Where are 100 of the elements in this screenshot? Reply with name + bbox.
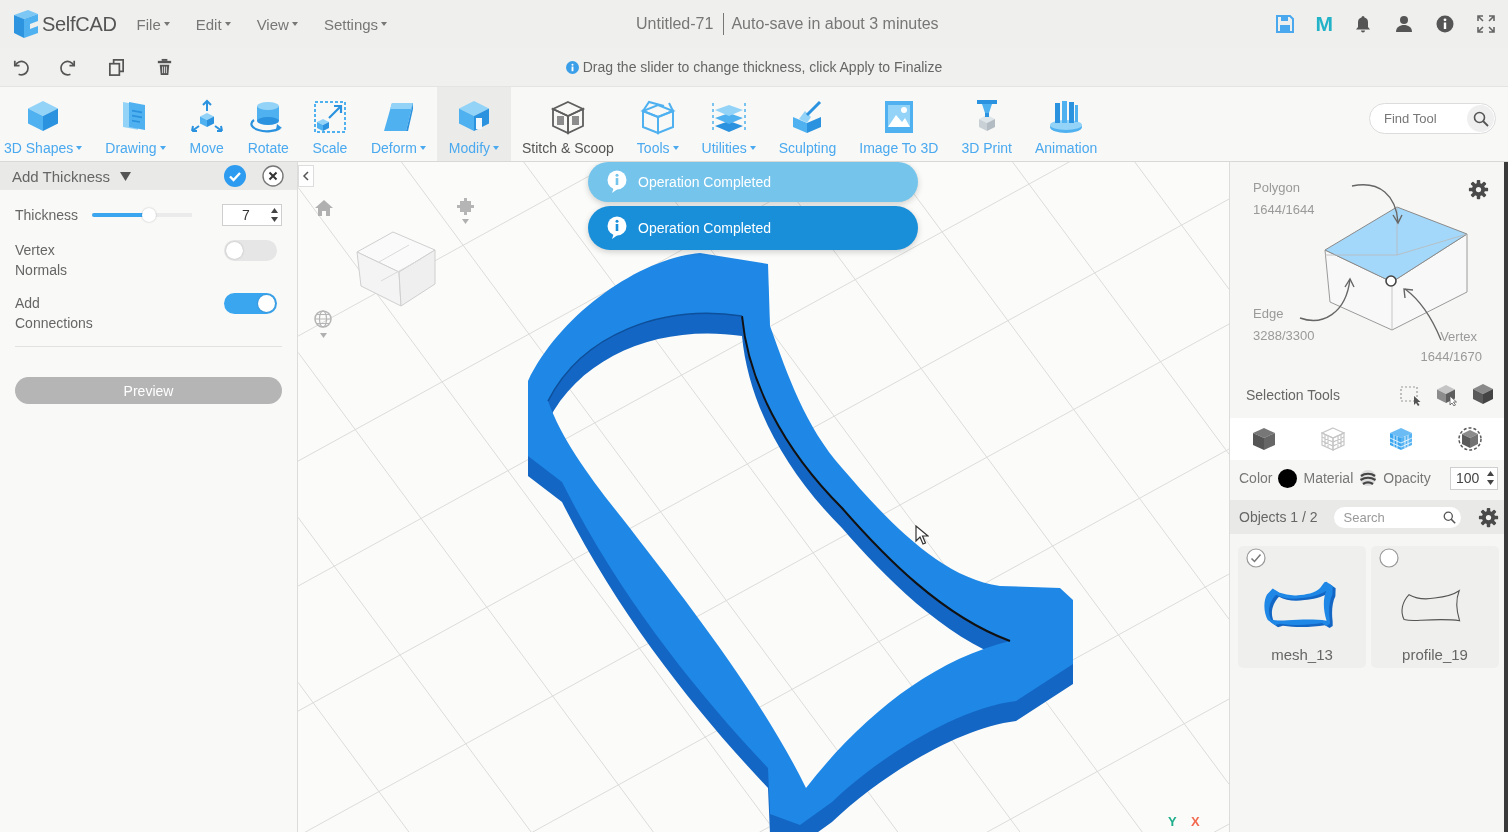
- preview-button[interactable]: Preview: [15, 377, 282, 404]
- leader-arrow: [1351, 184, 1403, 225]
- toolbar-tool[interactable]: Sculpting: [767, 87, 848, 161]
- vertex-marker: [1385, 275, 1397, 287]
- solid-cube-icon[interactable]: [1472, 384, 1494, 406]
- panel-title: Add Thickness: [12, 167, 111, 185]
- fullscreen-icon[interactable]: [1476, 14, 1496, 34]
- toolbar-tool[interactable]: 3D Shapes: [0, 87, 94, 161]
- toast-message: Operation Completed: [638, 220, 772, 236]
- toggle-label: Vertex Normals: [15, 241, 69, 280]
- search-icon[interactable]: [1442, 510, 1456, 524]
- sphere-in-cube-icon: [1456, 426, 1483, 452]
- copy-icon[interactable]: [107, 57, 126, 77]
- caret-icon: [672, 146, 679, 150]
- select-box-icon[interactable]: [1400, 384, 1422, 406]
- striped-sphere-icon[interactable]: [1359, 469, 1378, 487]
- vertex-count: 1644/1670: [1420, 349, 1482, 364]
- user-icon[interactable]: [1394, 14, 1414, 34]
- checked-circle-icon[interactable]: [1246, 548, 1266, 568]
- caret-icon: [76, 146, 83, 150]
- trash-icon[interactable]: [155, 57, 174, 77]
- toast-message: Operation Completed: [638, 174, 772, 190]
- app-name: SelfCAD: [42, 12, 117, 36]
- thickness-field[interactable]: 7: [222, 204, 282, 226]
- toolbar-tool[interactable]: Tools: [625, 87, 691, 161]
- caret-icon: [163, 22, 170, 26]
- search-icon[interactable]: [1467, 104, 1494, 132]
- opacity-label: Opacity: [1383, 470, 1431, 486]
- caret-icon: [224, 22, 231, 26]
- hint-text: Drag the slider to change thickness, click Apply to Finalize: [582, 59, 943, 75]
- toolbar-tool[interactable]: Animation: [1023, 87, 1109, 161]
- object-card[interactable]: mesh_13: [1238, 546, 1366, 668]
- collapse-button[interactable]: [298, 165, 314, 187]
- menu-button[interactable]: Edit: [195, 11, 231, 37]
- check-icon[interactable]: [224, 165, 246, 187]
- toolbar-tool[interactable]: 3D Print: [949, 87, 1024, 161]
- menu-button[interactable]: Settings: [323, 11, 388, 37]
- leader-arrow: [1403, 288, 1442, 341]
- chevron-left-icon: [302, 171, 310, 181]
- toggle-switch[interactable]: [224, 293, 277, 314]
- caret-icon: [493, 146, 500, 150]
- scale-icon: [311, 99, 348, 135]
- color-swatch-icon[interactable]: [1278, 468, 1298, 488]
- turntable-icon: [1048, 99, 1085, 135]
- settings-icon[interactable]: [1468, 179, 1489, 200]
- document-title: Untitled-71: [636, 15, 714, 33]
- info-icon: [606, 170, 628, 194]
- info-icon[interactable]: [1435, 14, 1455, 34]
- toolbar-tool[interactable]: Scale: [300, 87, 360, 161]
- edge-count: 3288/3300: [1253, 328, 1315, 343]
- wireframe-cube-icon: [1319, 426, 1346, 452]
- object-search-field[interactable]: Search: [1333, 506, 1461, 528]
- object-card[interactable]: profile_19: [1371, 546, 1499, 668]
- toggle-switch[interactable]: [224, 240, 277, 261]
- autosave-status: Auto-save in about 3 minutes: [731, 15, 939, 33]
- solid-cube-icon: [1251, 426, 1278, 452]
- open-box-icon: [639, 99, 676, 135]
- toolbar-tool[interactable]: Modify: [437, 87, 511, 161]
- object-name: profile_19: [1402, 646, 1468, 663]
- slider-handle[interactable]: [142, 208, 156, 222]
- bell-icon[interactable]: [1353, 14, 1373, 34]
- box-icon: [549, 99, 586, 135]
- caret-icon: [159, 146, 166, 150]
- leader-arrow: [1299, 277, 1355, 321]
- edge-label: Edge: [1253, 306, 1284, 321]
- toggle-label: Add Connections: [15, 294, 94, 333]
- info-icon: [565, 60, 579, 74]
- toolbar-tool[interactable]: Deform: [359, 87, 438, 161]
- letter-logo[interactable]: M: [1315, 14, 1332, 34]
- empty-circle-icon[interactable]: [1379, 548, 1399, 568]
- spinner-icon[interactable]: [270, 207, 279, 223]
- axis-label: X: [1191, 814, 1200, 829]
- settings-icon[interactable]: [1478, 506, 1499, 528]
- cube-select-icon[interactable]: [1436, 384, 1458, 406]
- objects-title: Objects 1 / 2: [1239, 509, 1318, 525]
- polygon-label: Polygon: [1253, 180, 1300, 195]
- color-label: Color: [1239, 470, 1273, 486]
- toolbar-tool[interactable]: Image To 3D: [847, 87, 950, 161]
- logo-icon: [12, 9, 40, 39]
- thickness-label: Thickness: [15, 207, 80, 223]
- material-label: Material: [1303, 470, 1354, 486]
- menu-button[interactable]: File: [136, 11, 170, 37]
- cursor-icon: [915, 525, 929, 545]
- close-icon[interactable]: [262, 165, 284, 187]
- menu-button[interactable]: View: [256, 11, 298, 37]
- toolbar-tool[interactable]: Move: [177, 87, 237, 161]
- grid-cube-icon: [1388, 426, 1415, 452]
- vertex-label: Vertex: [1440, 329, 1477, 344]
- spinner-icon[interactable]: [1486, 469, 1495, 486]
- toolbar-tool[interactable]: Rotate: [236, 87, 301, 161]
- selection-tools-label: Selection Tools: [1246, 387, 1340, 403]
- opacity-field[interactable]: 100: [1450, 466, 1498, 490]
- move-arrows-icon: [188, 99, 225, 135]
- caret-icon: [749, 146, 756, 150]
- caret-icon: [291, 22, 298, 26]
- axis-label: Y: [1168, 814, 1177, 829]
- toolbar-tool[interactable]: Utilities: [690, 87, 768, 161]
- caret-icon[interactable]: [120, 171, 132, 181]
- toolbar-tool[interactable]: Drawing: [93, 87, 178, 161]
- toolbar-tool[interactable]: Stitch & Scoop: [510, 87, 626, 161]
